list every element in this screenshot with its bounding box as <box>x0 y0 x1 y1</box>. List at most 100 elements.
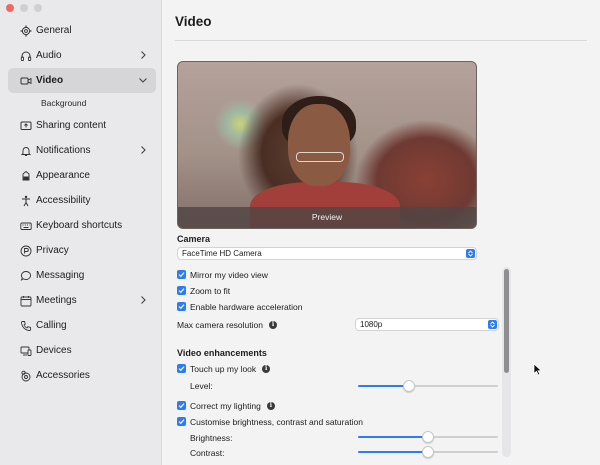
sidebar-item-keyboard-shortcuts[interactable]: Keyboard shortcuts <box>8 213 156 238</box>
brightness-label: Brightness: <box>190 433 233 443</box>
info-icon[interactable]: i <box>268 320 277 329</box>
sidebar-item-label: Appearance <box>36 170 90 181</box>
checkmark-icon <box>178 403 185 409</box>
chat-bubble-icon <box>19 269 32 282</box>
sidebar-item-messaging[interactable]: Messaging <box>8 263 156 288</box>
keyboard-icon <box>19 219 32 232</box>
slider-knob[interactable] <box>422 431 434 443</box>
preview-person-face <box>288 104 350 186</box>
chevron-right-icon <box>141 51 146 59</box>
sidebar-item-accessibility[interactable]: Accessibility <box>8 188 156 213</box>
sidebar-item-label: Privacy <box>36 245 69 256</box>
headphones-icon <box>19 49 32 62</box>
touch-up-checkbox[interactable] <box>177 364 186 373</box>
preview-person-glasses <box>296 152 344 162</box>
settings-nav: General Audio Video Background Sharing c… <box>8 18 156 388</box>
mirror-video-checkbox[interactable] <box>177 270 186 279</box>
slider-fill <box>358 436 428 438</box>
camera-preview: Preview <box>177 61 477 229</box>
page-title: Video <box>175 14 212 29</box>
correct-lighting-label: Correct my lighting <box>190 400 261 411</box>
info-icon[interactable]: i <box>266 401 275 410</box>
sidebar-item-sharing-content[interactable]: Sharing content <box>8 113 156 138</box>
chevron-right-icon <box>141 146 146 154</box>
slider-knob[interactable] <box>402 380 415 392</box>
share-screen-icon <box>19 119 32 132</box>
window-controls <box>6 4 42 12</box>
hardware-acceleration-option[interactable]: Enable hardware acceleration <box>177 300 302 313</box>
sidebar-item-privacy[interactable]: Privacy <box>8 238 156 263</box>
mirror-video-label: Mirror my video view <box>190 269 268 280</box>
brightness-slider[interactable] <box>358 431 498 443</box>
accessories-icon <box>19 369 32 382</box>
hardware-acceleration-label: Enable hardware acceleration <box>190 301 303 312</box>
touch-up-label: Touch up my look <box>190 363 257 374</box>
privacy-icon <box>19 244 32 257</box>
slider-fill <box>358 385 409 387</box>
sidebar-item-label: General <box>36 25 72 36</box>
customise-label: Customise brightness, contrast and satur… <box>190 416 363 427</box>
sidebar-item-appearance[interactable]: Appearance <box>8 163 156 188</box>
zoom-to-fit-option[interactable]: Zoom to fit <box>177 284 230 297</box>
correct-lighting-checkbox[interactable] <box>177 401 186 410</box>
select-stepper-icon <box>466 249 475 258</box>
sidebar-item-devices[interactable]: Devices <box>8 338 156 363</box>
info-icon[interactable]: i <box>262 364 271 373</box>
touch-up-option[interactable]: Touch up my look i <box>177 362 271 375</box>
sidebar-item-calling[interactable]: Calling <box>8 313 156 338</box>
checkmark-icon <box>178 272 185 278</box>
chevron-right-icon <box>141 296 146 304</box>
contrast-slider[interactable] <box>358 446 498 458</box>
max-resolution-row: Max camera resolution i <box>177 318 277 331</box>
appearance-icon <box>19 169 32 182</box>
camera-select-value: FaceTime HD Camera <box>182 249 262 258</box>
level-slider[interactable] <box>358 380 498 392</box>
sidebar-item-label: Notifications <box>36 145 91 156</box>
max-resolution-select[interactable]: 1080p <box>355 318 499 331</box>
sidebar-item-meetings[interactable]: Meetings <box>8 288 156 313</box>
sidebar-item-notifications[interactable]: Notifications <box>8 138 156 163</box>
sidebar-item-label: Devices <box>36 345 72 356</box>
gear-icon <box>19 24 32 37</box>
zoom-window-button[interactable] <box>34 4 42 12</box>
mirror-video-option[interactable]: Mirror my video view <box>177 268 268 281</box>
slider-fill <box>358 451 428 453</box>
sidebar-item-label: Audio <box>36 50 62 61</box>
close-window-button[interactable] <box>6 4 14 12</box>
customise-option[interactable]: Customise brightness, contrast and satur… <box>177 415 363 428</box>
hardware-acceleration-checkbox[interactable] <box>177 302 186 311</box>
max-resolution-value: 1080p <box>360 320 383 329</box>
scrollbar-thumb[interactable] <box>504 269 509 373</box>
sidebar-item-accessories[interactable]: Accessories <box>8 363 156 388</box>
sidebar: General Audio Video Background Sharing c… <box>0 0 162 465</box>
sidebar-item-label: Accessibility <box>36 195 91 206</box>
video-camera-icon <box>19 74 32 87</box>
phone-icon <box>19 319 32 332</box>
scrollbar[interactable] <box>502 267 511 457</box>
zoom-to-fit-label: Zoom to fit <box>190 285 231 296</box>
checkmark-icon <box>178 304 185 310</box>
preview-label: Preview <box>178 207 476 228</box>
minimize-window-button[interactable] <box>20 4 28 12</box>
sidebar-item-general[interactable]: General <box>8 18 156 43</box>
sidebar-item-label: Messaging <box>36 270 85 281</box>
checkmark-icon <box>178 366 185 372</box>
customise-checkbox[interactable] <box>177 417 186 426</box>
chevron-down-icon <box>139 78 147 83</box>
correct-lighting-option[interactable]: Correct my lighting i <box>177 399 275 412</box>
sidebar-item-label: Calling <box>36 320 67 331</box>
select-stepper-icon <box>488 320 497 329</box>
camera-select[interactable]: FaceTime HD Camera <box>177 247 477 260</box>
calendar-icon <box>19 294 32 307</box>
zoom-to-fit-checkbox[interactable] <box>177 286 186 295</box>
checkmark-icon <box>178 419 185 425</box>
sidebar-subitem-background[interactable]: Background <box>8 93 156 113</box>
slider-knob[interactable] <box>422 446 434 458</box>
checkmark-icon <box>178 288 185 294</box>
sidebar-item-label: Accessories <box>36 370 90 381</box>
title-divider <box>175 40 587 41</box>
sidebar-item-audio[interactable]: Audio <box>8 43 156 68</box>
max-resolution-label: Max camera resolution <box>177 319 263 330</box>
sidebar-item-video[interactable]: Video <box>8 68 156 93</box>
mouse-pointer-icon <box>533 363 543 376</box>
